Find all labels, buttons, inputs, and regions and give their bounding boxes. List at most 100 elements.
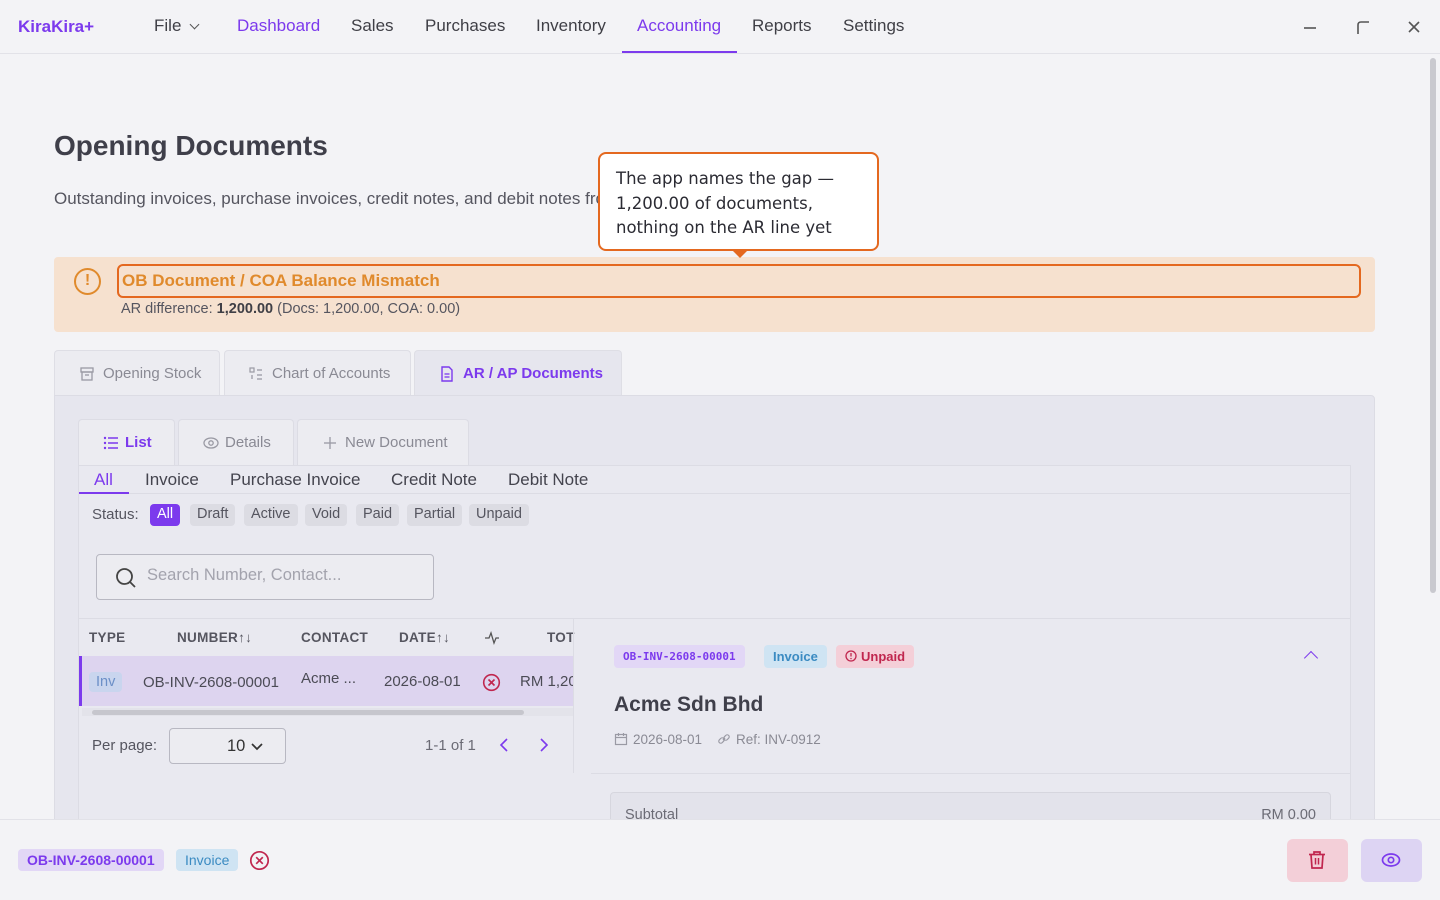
warning-icon: !: [74, 268, 101, 295]
search-input[interactable]: [147, 566, 417, 585]
column-header-date-label: DATE: [399, 630, 436, 645]
column-header-total[interactable]: TOT: [547, 630, 575, 645]
file-menu[interactable]: File: [154, 16, 200, 36]
alert-detail: AR difference: 1,200.00 (Docs: 1,200.00,…: [121, 301, 460, 317]
list-tree-icon: [249, 367, 262, 380]
tab-chart-of-accounts-label: Chart of Accounts: [272, 365, 391, 382]
per-page-select[interactable]: 10: [169, 728, 286, 764]
detail-type-badge: Invoice: [764, 645, 827, 668]
subtab-new-document-label: New Document: [345, 434, 448, 451]
alert-title-highlight: OB Document / COA Balance Mismatch: [117, 264, 1361, 298]
detail-date-value: 2026-08-01: [633, 732, 703, 747]
row-type-badge: Inv: [89, 672, 123, 692]
filter-tab-purchase-invoice[interactable]: Purchase Invoice: [230, 470, 360, 490]
nav-sales[interactable]: Sales: [351, 16, 394, 36]
plus-icon: [324, 437, 336, 450]
list-icon: [103, 436, 118, 450]
close-button[interactable]: [1401, 14, 1427, 40]
nav-purchases[interactable]: Purchases: [425, 16, 505, 36]
column-header-status[interactable]: [484, 631, 500, 648]
active-nav-indicator: [622, 51, 737, 53]
previous-page-icon[interactable]: [497, 737, 511, 753]
tab-ar-ap-documents-label: AR / AP Documents: [463, 365, 604, 382]
status-chip-partial[interactable]: Partial: [407, 504, 463, 526]
chevron-down-icon: [251, 743, 263, 751]
status-chip-void[interactable]: Void: [305, 504, 348, 526]
close-icon: [1408, 21, 1420, 33]
filter-tab-credit-note[interactable]: Credit Note: [391, 470, 477, 490]
document-icon: [441, 366, 453, 382]
alert-amount: 1,200.00: [216, 301, 274, 317]
delete-button[interactable]: [1287, 839, 1348, 882]
tab-opening-stock[interactable]: Opening Stock: [54, 350, 220, 396]
status-chip-unpaid[interactable]: Unpaid: [469, 504, 529, 526]
top-bar: KiraKira+ File Dashboard Sales Purchases…: [0, 0, 1440, 54]
per-page-label: Per page:: [92, 737, 158, 754]
calendar-icon: [614, 733, 628, 746]
nav-reports[interactable]: Reports: [752, 16, 812, 36]
nav-dashboard[interactable]: Dashboard: [237, 16, 320, 36]
bottom-type-badge: Invoice: [176, 849, 239, 871]
eye-icon: [203, 437, 219, 449]
column-header-number[interactable]: NUMBER↑↓: [177, 630, 252, 645]
filter-tabs-divider: [79, 493, 1350, 494]
detail-status-badge: Unpaid: [836, 645, 915, 668]
tab-ar-ap-documents[interactable]: AR / AP Documents: [414, 350, 622, 396]
filter-tab-indicator: [79, 492, 129, 494]
maximize-icon: [1357, 21, 1369, 34]
search-icon: [116, 568, 136, 588]
filter-tab-invoice[interactable]: Invoice: [145, 470, 199, 490]
detail-number-badge: OB-INV-2608-00001: [614, 645, 745, 668]
subtab-list[interactable]: List: [78, 419, 175, 467]
nav-inventory[interactable]: Inventory: [536, 16, 606, 36]
subtab-new-document[interactable]: New Document: [297, 419, 469, 467]
callout-pointer: [732, 250, 748, 258]
detail-ref: Ref: INV-0912: [717, 732, 821, 747]
mismatch-alert: ! OB Document / COA Balance Mismatch AR …: [54, 257, 1375, 332]
archive-icon: [80, 367, 94, 381]
link-icon: [718, 734, 730, 744]
column-header-number-label: NUMBER: [177, 630, 239, 645]
row-total: RM 1,20: [520, 673, 573, 690]
list-detail-divider: [573, 618, 574, 773]
per-page-value: 10: [227, 737, 246, 755]
app-logo[interactable]: KiraKira+: [18, 17, 94, 37]
status-chip-paid[interactable]: Paid: [356, 504, 400, 526]
horizontal-scrollbar-thumb[interactable]: [92, 710, 524, 715]
trash-icon: [1309, 851, 1325, 869]
column-header-type[interactable]: TYPE: [89, 630, 125, 645]
bottom-number-badge: OB-INV-2608-00001: [18, 849, 164, 871]
detail-status-label: Unpaid: [861, 649, 906, 664]
status-chip-draft[interactable]: Draft: [190, 504, 236, 526]
subtab-details[interactable]: Details: [178, 419, 294, 467]
eye-icon: [1381, 853, 1401, 867]
tab-chart-of-accounts[interactable]: Chart of Accounts: [224, 350, 411, 396]
file-menu-label: File: [154, 16, 182, 35]
minimize-button[interactable]: [1297, 14, 1323, 40]
filter-tab-debit-note[interactable]: Debit Note: [508, 470, 588, 490]
alert-detail-label: AR difference:: [121, 301, 213, 317]
nav-accounting[interactable]: Accounting: [637, 16, 721, 36]
page-subtitle: Outstanding invoices, purchase invoices,…: [54, 189, 605, 208]
row-number: OB-INV-2608-00001: [143, 674, 279, 691]
nav-settings[interactable]: Settings: [843, 16, 904, 36]
unpaid-status-icon: [482, 673, 501, 692]
next-page-icon[interactable]: [537, 737, 551, 753]
column-header-date[interactable]: DATE↑↓: [399, 630, 450, 645]
minimize-icon: [1304, 27, 1316, 29]
column-header-contact[interactable]: CONTACT: [301, 630, 368, 645]
filter-tab-all[interactable]: All: [94, 470, 113, 490]
status-chip-all[interactable]: All: [150, 504, 181, 526]
sort-icon: ↑↓: [435, 630, 451, 645]
subtab-list-label: List: [125, 434, 152, 451]
status-chip-active[interactable]: Active: [244, 504, 298, 526]
detail-ref-value: Ref: INV-0912: [736, 732, 821, 747]
activity-icon: [485, 631, 499, 645]
row-date: 2026-08-01: [384, 673, 461, 690]
search-box[interactable]: [96, 554, 434, 600]
row-contact: Acme ...: [301, 670, 357, 687]
vertical-scrollbar[interactable]: [1430, 58, 1436, 593]
maximize-button[interactable]: [1350, 14, 1376, 40]
view-button[interactable]: [1361, 839, 1422, 882]
annotation-callout: The app names the gap — 1,200.00 of docu…: [598, 152, 879, 251]
